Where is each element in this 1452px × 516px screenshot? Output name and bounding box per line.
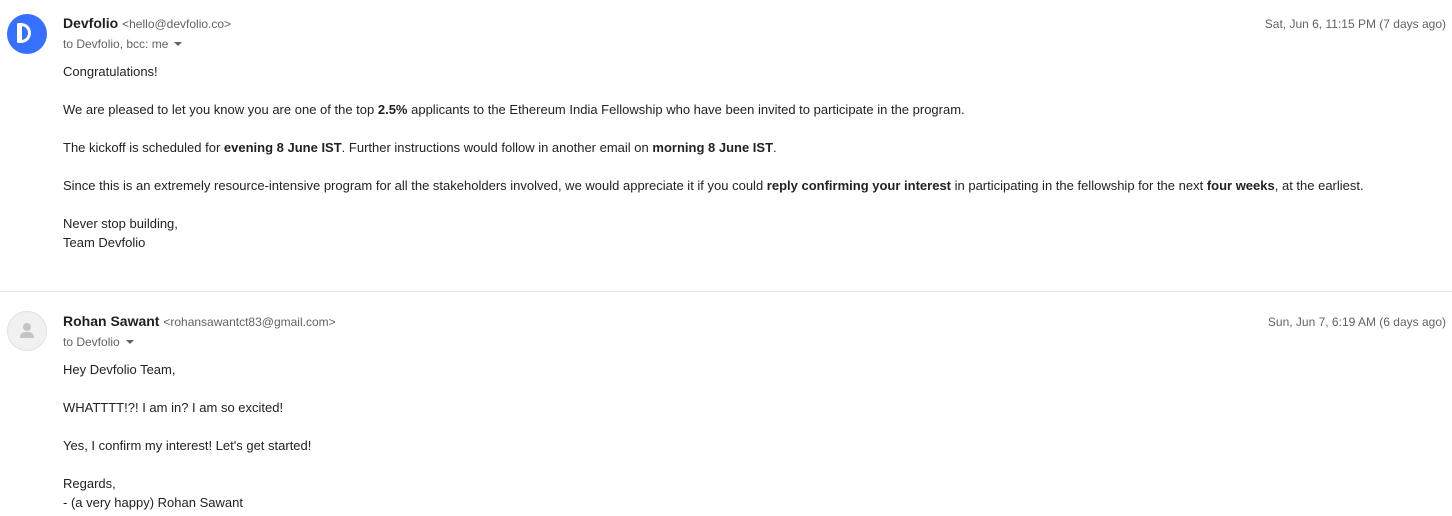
recipients-line: to Devfolio, bcc: me (63, 36, 183, 52)
sender-avatar[interactable] (7, 311, 47, 351)
body-signoff: Regards, - (a very happy) Rohan Sawant (63, 476, 243, 510)
body-paragraph: Yes, I confirm my interest! Let's get st… (63, 438, 312, 453)
devfolio-logo-icon (17, 23, 31, 43)
sender-name[interactable]: Devfolio (63, 15, 118, 31)
body-paragraph: We are pleased to let you know you are o… (63, 102, 965, 117)
body-paragraph: WHATTTT!?! I am in? I am so excited! (63, 400, 284, 415)
message-date[interactable]: Sun, Jun 7, 6:19 AM (6 days ago) (1268, 314, 1446, 330)
body-paragraph: Since this is an extremely resource-inte… (63, 178, 1364, 193)
recipients-text: to Devfolio (63, 335, 120, 349)
default-person-icon (23, 323, 31, 331)
body-greeting: Congratulations! (63, 64, 158, 79)
sender-name[interactable]: Rohan Sawant (63, 313, 159, 329)
email-message: Devfolio <hello@devfolio.co> to Devfolio… (0, 0, 1452, 291)
sender-header: Devfolio <hello@devfolio.co> (63, 14, 231, 33)
message-body: Hey Devfolio Team, WHATTTT!?! I am in? I… (63, 360, 1432, 512)
recipients-text: to Devfolio, bcc: me (63, 37, 169, 51)
message-body: Congratulations! We are pleased to let y… (63, 62, 1432, 252)
email-thread: Devfolio <hello@devfolio.co> to Devfolio… (0, 0, 1452, 516)
email-message: Rohan Sawant <rohansawantct83@gmail.com>… (0, 292, 1452, 516)
body-greeting: Hey Devfolio Team, (63, 362, 176, 377)
recipients-line: to Devfolio (63, 334, 134, 350)
show-details-caret-icon[interactable] (174, 42, 183, 46)
body-paragraph: The kickoff is scheduled for evening 8 J… (63, 140, 777, 155)
body-signoff: Never stop building, Team Devfolio (63, 216, 178, 250)
sender-header: Rohan Sawant <rohansawantct83@gmail.com> (63, 312, 336, 331)
sender-email: <rohansawantct83@gmail.com> (163, 315, 336, 329)
show-details-caret-icon[interactable] (125, 340, 134, 344)
sender-email: <hello@devfolio.co> (122, 17, 232, 31)
sender-avatar[interactable] (7, 14, 47, 54)
message-date[interactable]: Sat, Jun 6, 11:15 PM (7 days ago) (1265, 16, 1446, 32)
